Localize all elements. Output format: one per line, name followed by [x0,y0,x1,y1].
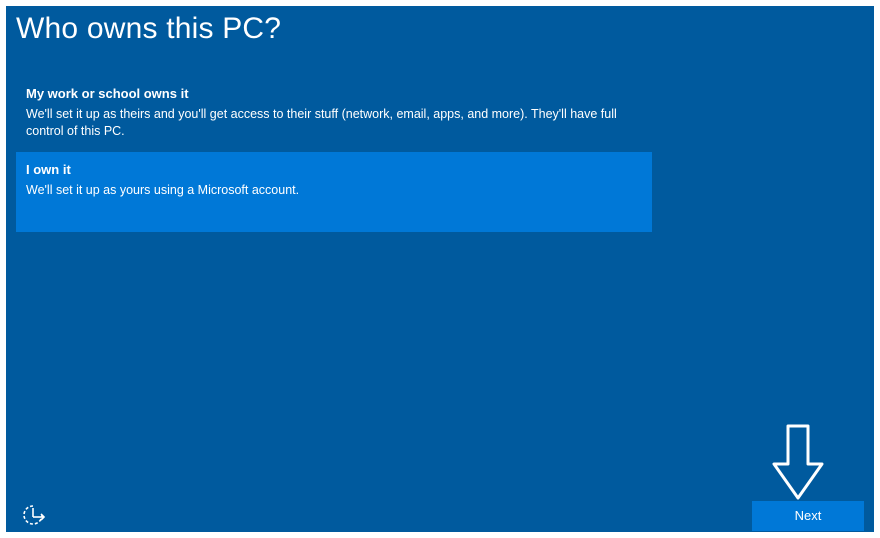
oobe-screen: Who owns this PC? My work or school owns… [6,6,874,532]
option-description: We'll set it up as yours using a Microso… [26,183,300,197]
ease-of-access-icon[interactable] [20,502,46,528]
ownership-options: My work or school owns it We'll set it u… [16,80,652,232]
down-arrow-icon [772,424,824,500]
option-description: We'll set it up as theirs and you'll get… [26,107,617,138]
option-title: I own it [26,162,71,177]
option-work-or-school[interactable]: My work or school owns it We'll set it u… [16,80,652,152]
next-button[interactable]: Next [752,501,864,531]
option-i-own-it[interactable]: I own it We'll set it up as yours using … [16,152,652,232]
option-title: My work or school owns it [26,86,189,101]
page-title: Who owns this PC? [16,12,282,45]
